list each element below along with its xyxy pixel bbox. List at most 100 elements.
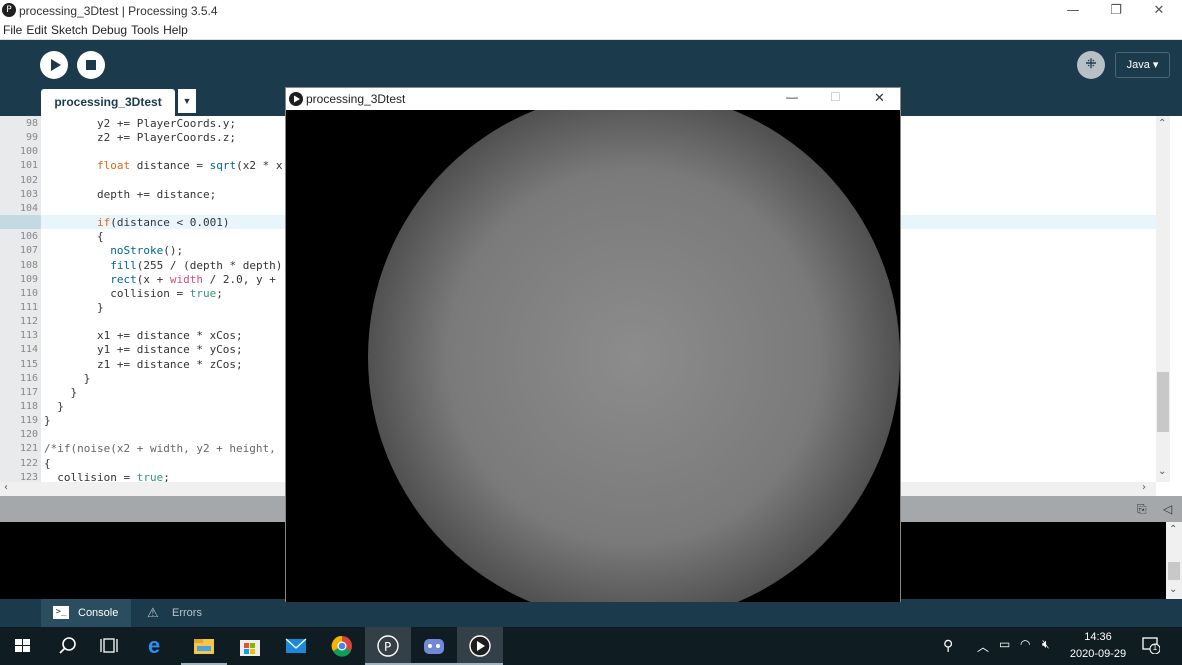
code-line: x1 += distance * xCos; (44, 329, 243, 343)
start-button[interactable] (0, 627, 46, 665)
menu-tools[interactable]: Tools (129, 22, 161, 39)
code-line: y1 += distance * yCos; (44, 343, 243, 357)
tab-errors[interactable]: ⚠ Errors (136, 599, 226, 627)
menu-help[interactable]: Help (161, 22, 190, 39)
close-button[interactable]: ✕ (1136, 0, 1182, 22)
store-icon (240, 640, 260, 656)
scroll-down-icon[interactable]: ⌄ (1158, 466, 1166, 477)
taskbar-processing-sketch[interactable] (457, 627, 503, 665)
battery-icon[interactable]: ▭ (999, 637, 1010, 651)
editor-scroll-thumb[interactable] (1157, 372, 1169, 432)
line-number: 123 (19, 471, 38, 482)
tab-errors-label: Errors (172, 607, 202, 619)
task-view-icon (100, 638, 118, 653)
sketch-minimize-button[interactable]: — (786, 90, 798, 104)
sketch-window-titlebar: processing_3Dtest — ☐ ✕ (286, 88, 900, 110)
code-line: fill(255 / (depth * depth) (110, 258, 283, 272)
sketch-canvas[interactable] (286, 110, 900, 602)
tab-processing-3dtest[interactable]: processing_3Dtest (41, 89, 175, 116)
window-titlebar: P processing_3Dtest | Processing 3.5.4 —… (0, 0, 1182, 22)
console-scroll-up-icon[interactable]: ⌃ (1169, 524, 1177, 535)
sketch-maximize-button[interactable]: ☐ (830, 90, 841, 104)
processing-logo-icon: P (2, 3, 16, 17)
code-line: z2 += PlayerCoords.z; (44, 131, 237, 145)
discord-icon (424, 639, 444, 654)
minimize-button[interactable]: — (1050, 0, 1096, 22)
menu-sketch[interactable]: Sketch (49, 22, 90, 39)
wifi-icon[interactable]: ◠ (1020, 637, 1030, 651)
code-line: if(distance < 0.001) (96, 216, 230, 230)
stop-button[interactable] (77, 51, 105, 79)
copy-console-icon[interactable]: ⎘ (1137, 502, 1147, 517)
processing-icon: P (377, 635, 399, 657)
people-icon[interactable]: ⚲ (943, 637, 953, 654)
scroll-up-icon[interactable]: ⌃ (1158, 118, 1166, 129)
menu-edit[interactable]: Edit (24, 22, 49, 39)
taskbar-discord[interactable] (411, 627, 457, 665)
line-number: 122 (19, 457, 38, 469)
line-number: 101 (19, 160, 38, 172)
line-number: 106 (19, 231, 38, 243)
menu-file[interactable]: File (0, 22, 24, 39)
debug-butterfly-icon: ꔰ (1085, 57, 1097, 72)
action-center-button[interactable]: 1 (1142, 636, 1161, 655)
code-line: /*if(noise(x2 + width, y2 + height, (44, 442, 276, 456)
show-hidden-icons-chevron-icon[interactable]: ︿ (977, 638, 989, 655)
taskbar-file-explorer[interactable] (181, 627, 227, 665)
line-number: 109 (19, 273, 38, 285)
taskbar-edge[interactable]: e (135, 627, 181, 665)
tab-console[interactable]: >_ Console (41, 599, 131, 627)
warning-icon: ⚠ (147, 605, 159, 620)
taskbar-search-button[interactable] (44, 627, 90, 665)
sketch-window[interactable]: processing_3Dtest — ☐ ✕ (285, 87, 901, 602)
processing-sketch-icon (469, 635, 491, 657)
console-tab-bar: >_ Console ⚠ Errors (0, 599, 1182, 627)
code-line: collision = true; (44, 286, 223, 300)
code-line: { (44, 230, 104, 244)
current-line-gutter-highlight (0, 215, 41, 229)
console-scroll-down-icon[interactable]: ⌄ (1169, 584, 1177, 595)
toolbar: ꔰ Java ▾ (0, 40, 1182, 88)
code-line: z1 += distance * zCos; (44, 357, 243, 371)
code-line: } (44, 400, 64, 413)
tab-dropdown-button[interactable]: ▼ (178, 89, 196, 113)
clock-time[interactable]: 14:36 (1068, 631, 1128, 643)
menu-debug[interactable]: Debug (90, 22, 129, 39)
console-scrollbar[interactable]: ⌃ ⌄ (1166, 522, 1182, 599)
code-line: } (44, 385, 78, 399)
console-scroll-thumb[interactable] (1168, 562, 1180, 580)
tab-console-label: Console (78, 607, 119, 619)
line-number: 118 (19, 401, 38, 412)
debug-button[interactable]: ꔰ (1077, 51, 1105, 79)
clock-date[interactable]: 2020-09-29 (1064, 648, 1132, 660)
scroll-left-icon[interactable]: ‹ (4, 482, 8, 493)
scroll-right-icon[interactable]: › (1142, 482, 1146, 493)
line-number: 114 (19, 344, 38, 356)
taskbar-processing[interactable]: P (365, 627, 411, 665)
menu-bar: File Edit Sketch Debug Tools Help (0, 22, 1182, 40)
taskbar-mail[interactable] (273, 627, 319, 665)
line-number: 115 (19, 358, 38, 370)
restore-button[interactable]: ❐ (1093, 0, 1139, 22)
code-line: collision = true; (44, 470, 170, 482)
line-number: 102 (19, 174, 38, 186)
run-button[interactable] (40, 51, 68, 79)
line-number: 103 (19, 188, 38, 200)
task-view-button[interactable] (88, 627, 134, 665)
console-icon: >_ (53, 606, 69, 619)
code-line: y2 += PlayerCoords.y; (44, 117, 237, 130)
search-icon (59, 637, 76, 654)
taskbar-store[interactable] (227, 627, 273, 665)
collapse-console-icon[interactable]: ◁ (1163, 502, 1172, 516)
volume-muted-icon[interactable]: 🔇︎ (1042, 637, 1050, 652)
code-line: noStroke(); (110, 244, 184, 258)
line-number: 111 (19, 301, 38, 313)
sketch-close-button[interactable]: ✕ (874, 90, 885, 106)
line-number: 99 (25, 132, 38, 144)
file-explorer-icon (194, 639, 214, 654)
mode-selector[interactable]: Java ▾ (1115, 52, 1170, 78)
taskbar-chrome[interactable] (319, 627, 365, 665)
edge-icon: e (148, 633, 161, 658)
svg-text:P: P (384, 640, 391, 654)
line-number: 107 (19, 245, 38, 257)
